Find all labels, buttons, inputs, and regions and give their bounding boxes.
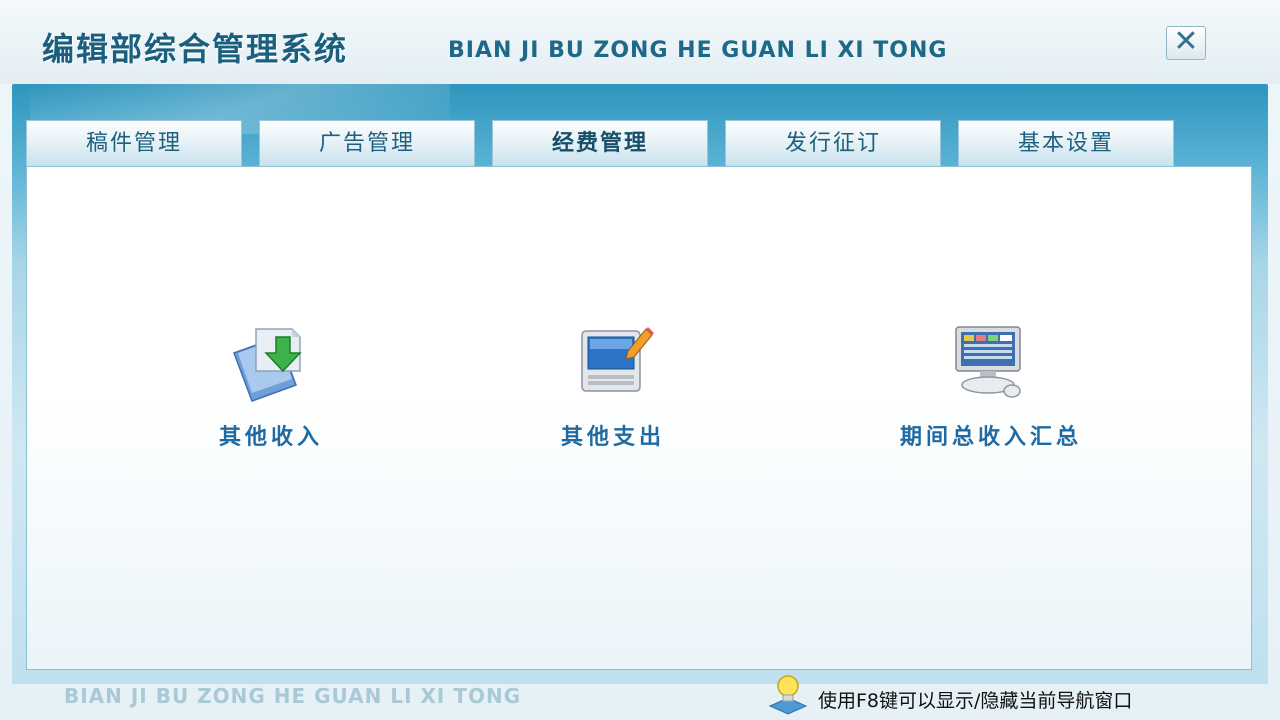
app-title-pinyin: BIAN JI BU ZONG HE GUAN LI XI TONG: [448, 38, 948, 63]
other-expense-label: 其他支出: [560, 425, 665, 450]
document-download-icon: [233, 328, 302, 402]
tab-manuscript[interactable]: 稿件管理: [26, 120, 242, 166]
other-income-button[interactable]: 其他收入: [151, 323, 391, 451]
title-bar: 编辑部综合管理系统 BIAN JI BU ZONG HE GUAN LI XI …: [0, 0, 1280, 84]
f8-hint-text: 使用F8键可以显示/隐藏当前导航窗口: [818, 690, 1133, 712]
close-button[interactable]: ✕: [1166, 26, 1206, 60]
tab-advertising[interactable]: 广告管理: [259, 120, 475, 166]
close-icon: ✕: [1173, 24, 1199, 59]
period-income-summary-label: 期间总收入汇总: [899, 425, 1082, 450]
tab-content-panel: 其他收入 其他支出 期间总收入汇总: [26, 166, 1252, 670]
other-expense-button[interactable]: 其他支出: [493, 323, 733, 451]
footer-brand: BIAN JI BU ZONG HE GUAN LI XI TONG: [64, 684, 522, 708]
period-income-summary-button[interactable]: 期间总收入汇总: [871, 323, 1111, 451]
tab-settings[interactable]: 基本设置: [958, 120, 1174, 166]
tab-distribution[interactable]: 发行征订: [725, 120, 941, 166]
computer-edit-icon: [581, 327, 654, 392]
other-income-label: 其他收入: [218, 425, 323, 450]
lightbulb-icon: [768, 675, 808, 715]
tab-funding[interactable]: 经费管理: [492, 120, 708, 166]
app-title: 编辑部综合管理系统: [42, 30, 349, 68]
monitor-chart-icon: [955, 326, 1021, 398]
